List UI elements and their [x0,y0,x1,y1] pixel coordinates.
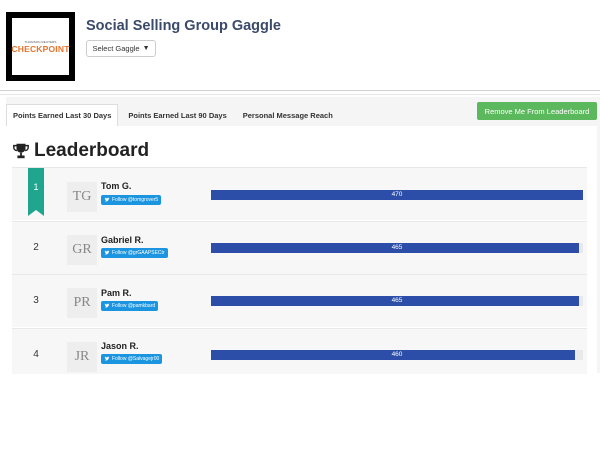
tab-points-30-days[interactable]: Points Earned Last 30 Days [6,104,119,126]
avatar: PR [67,288,97,318]
tab-points-90-days[interactable]: Points Earned Last 90 Days [122,104,232,126]
tab-personal-message-reach[interactable]: Personal Message Reach [237,104,339,126]
points-value: 465 [391,244,403,251]
rank-ribbon: 1 [28,168,44,216]
select-gaggle-dropdown[interactable]: Select Gaggle ▼ [86,40,156,57]
chevron-down-icon: ▼ [142,45,150,52]
user-name: Gabriel R. [101,235,144,245]
twitter-follow-button[interactable]: Follow @tomgrover5 [101,195,162,205]
rank-number: 4 [33,349,39,360]
user-name: Jason R. [101,341,139,351]
leaderboard-row: 2 GR Gabriel R. Follow @grGAAPSECtr 465 [12,221,587,274]
avatar: TG [67,182,97,212]
leaderboard-row: 4 JR Jason R. Follow @Salvagejr00 460 [12,328,587,374]
leaderboard-tabs: Points Earned Last 30 Days Points Earned… [6,104,343,126]
header-divider-secondary [0,94,600,95]
leaderboard-title: Leaderboard [34,140,150,161]
avatar: GR [67,235,97,265]
user-name: Pam R. [101,288,132,298]
points-bar: 465 [211,296,583,306]
rank-number: 1 [33,182,39,192]
rank-number: 2 [33,242,39,253]
follow-label: Follow @tomgrover5 [112,197,159,203]
follow-label: Follow @Salvagejr00 [112,356,160,362]
leaderboard-row: 1 TG Tom G. Follow @tomgrover5 470 [12,167,587,220]
twitter-follow-button[interactable]: Follow @pamkbard [101,301,159,311]
follow-label: Follow @pamkbard [112,303,156,309]
leaderboard-row: 3 PR Pam R. Follow @pamkbard 465 [12,274,587,327]
points-value: 465 [391,297,403,304]
user-name: Tom G. [101,181,132,191]
twitter-follow-button[interactable]: Follow @Salvagejr00 [101,354,163,364]
rank-number: 3 [33,295,39,306]
follow-label: Follow @grGAAPSECtr [112,250,165,256]
points-bar: 465 [211,243,583,253]
twitter-bird-icon [104,356,110,361]
twitter-bird-icon [104,303,110,308]
header-divider [0,90,600,91]
twitter-bird-icon [104,197,110,202]
avatar: JR [67,342,97,372]
points-bar: 470 [211,190,583,200]
logo-main-text: CHECKPOINT [11,43,70,54]
company-logo: THOMSON REUTERS CHECKPOINT [6,12,75,81]
twitter-follow-button[interactable]: Follow @grGAAPSECtr [101,248,168,258]
select-gaggle-label: Select Gaggle [92,44,140,53]
leaderboard-heading: Leaderboard [12,140,149,162]
points-value: 470 [391,191,403,198]
twitter-bird-icon [104,250,110,255]
points-bar: 460 [211,350,583,360]
remove-from-leaderboard-button[interactable]: Remove Me From Leaderboard [477,102,597,120]
page-title: Social Selling Group Gaggle [86,18,281,34]
trophy-icon [13,143,29,159]
points-value: 460 [391,351,403,358]
